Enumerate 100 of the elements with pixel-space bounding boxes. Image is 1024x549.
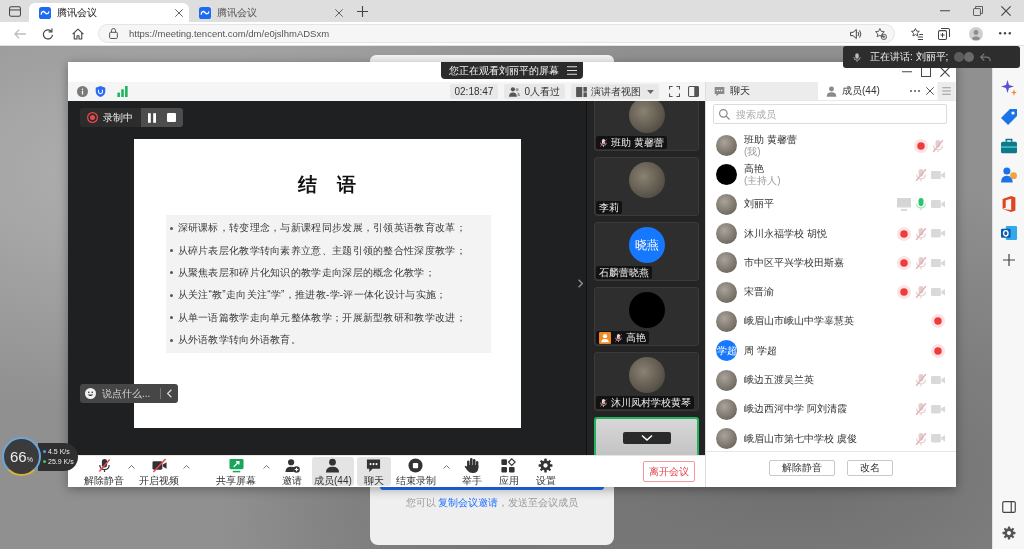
briefcase-icon[interactable] [1000,138,1017,154]
camera-icon [931,375,945,385]
new-tab-icon[interactable] [357,5,368,17]
stop-recording-button[interactable]: 结束录制 [393,457,438,486]
view-mode-button[interactable]: 演讲者视图 [571,84,659,99]
chevron-right-icon[interactable] [578,279,583,288]
search-field[interactable]: 搜索成员 [713,104,947,124]
tag-icon[interactable] [1000,109,1017,125]
minimize-icon[interactable] [940,10,950,12]
lock-icon[interactable] [109,28,118,39]
tab-actions-icon[interactable] [9,5,21,17]
minimize-icon[interactable] [902,71,912,73]
plus-icon[interactable] [1002,254,1015,266]
caret-icon[interactable] [183,464,190,469]
start-video-button[interactable]: 开启视频 [137,457,181,486]
collections-icon[interactable] [938,27,950,40]
invite-button[interactable]: 邀请 [275,457,309,486]
raise-hand-button[interactable]: 举手 [454,457,489,486]
camera-icon [931,405,945,414]
fullscreen-icon[interactable] [669,86,680,97]
unmute-button[interactable]: 解除静音 [82,457,126,486]
chat-bubble-icon [714,85,725,97]
close-icon[interactable] [940,67,950,77]
people-icon [509,86,521,97]
apps-button[interactable]: 应用 [491,457,526,486]
menu-icon[interactable] [567,66,577,75]
chevron-left-icon[interactable] [167,389,172,398]
apps-grid-icon [501,457,517,473]
video-tile[interactable]: 沐川凤村学校黄琴 [594,352,699,411]
settings-icon[interactable] [1001,526,1016,540]
rename-button[interactable]: 改名 [847,460,893,476]
speaking-text: 正在讲话: 刘丽平; [870,50,949,64]
recording-label: 录制中 [103,110,133,125]
record-dot-icon [914,138,928,153]
video-tile[interactable]: 李莉 [594,157,699,216]
unmute-all-button[interactable]: 解除静音 [769,460,835,476]
home-icon[interactable] [72,27,84,40]
close-icon[interactable] [926,87,934,95]
mic-off-icon [914,226,928,241]
camera-icon [931,170,945,180]
members-button[interactable]: 成员(44) [312,457,354,486]
record-dot-icon [897,226,911,241]
meeting-timer: 02:18:47 [449,84,499,99]
viewers-text: 0人看过 [524,84,560,99]
chevron-down-icon[interactable] [622,432,671,444]
mail-app-icon[interactable] [1000,225,1017,241]
avatar-placeholder [716,223,737,245]
star-list-icon[interactable] [911,27,923,40]
people-icon[interactable] [1000,167,1017,183]
panel-tab[interactable]: 聊天 [706,82,818,100]
refresh-icon[interactable] [42,27,54,40]
video-tile[interactable]: 班助 黄馨蕾 [594,101,699,151]
bullet-text: 从外语教学转向外语教育。 [177,333,302,348]
leave-meeting-button[interactable]: 离开会议 [643,461,695,482]
more-icon[interactable] [999,32,1011,35]
browser-tab[interactable]: 腾讯会议 [189,3,349,22]
reply-arrow-icon[interactable] [980,52,992,62]
info-icon[interactable] [77,86,88,97]
member-role: (主持人) [744,174,781,187]
smiley-icon[interactable] [85,388,96,399]
speaker-icon[interactable] [850,27,862,40]
settings-button[interactable]: 设置 [528,457,563,486]
close-icon[interactable] [175,8,183,17]
close-icon[interactable] [1001,6,1011,16]
caret-icon[interactable] [442,464,450,469]
avatar-placeholder [628,162,665,198]
initials-avatar: 学超 [716,340,737,362]
chat-input[interactable]: 说点什么... [102,386,154,401]
video-tile[interactable]: 高艳 [594,287,699,346]
side-panel-icon[interactable] [688,86,699,97]
caret-icon[interactable] [128,464,135,469]
sparkle-icon[interactable] [1000,80,1017,96]
record-dot-icon [931,343,945,358]
chat-box[interactable]: 说点什么... [80,384,178,403]
avatar-placeholder [716,398,737,420]
avatar-placeholder [716,193,737,215]
restore-icon[interactable] [973,6,983,16]
share-screen-button[interactable]: 共享屏幕 [214,457,258,486]
mic-off-icon [96,457,112,473]
browser-tab[interactable]: 腾讯会议 [29,3,189,22]
url-field[interactable]: https://meeting.tencent.com/dm/e0jslhmADSxm [98,24,895,43]
caret-icon[interactable] [647,89,654,94]
copy-invite-link[interactable]: 复制会议邀请 [438,497,499,508]
app-icon[interactable] [1000,196,1017,212]
bullet-text: 从单一语篇教学走向单元整体教学；开展新型教研和教学改进； [177,310,466,325]
sidebar-toggle-icon[interactable] [1001,501,1016,513]
profile-avatar-icon[interactable] [969,26,983,41]
shield-icon[interactable] [95,86,106,97]
avatar-placeholder [628,101,665,133]
video-tile[interactable]: 晓燕 石麟蕾晓燕 [594,222,699,281]
pause-icon[interactable] [148,112,156,123]
chat-button[interactable]: 聊天 [356,457,391,486]
caret-icon[interactable] [263,464,270,469]
avatar-placeholder [716,135,737,157]
member-name: 沐川永福学校 胡悦 [744,227,827,240]
faded-avatars-icon [954,52,975,62]
star-plus-icon[interactable] [875,27,887,40]
member-name: 班助 黄馨蕾 [744,133,797,146]
avatar-placeholder [716,428,737,450]
chat-bubble-icon [366,457,382,473]
